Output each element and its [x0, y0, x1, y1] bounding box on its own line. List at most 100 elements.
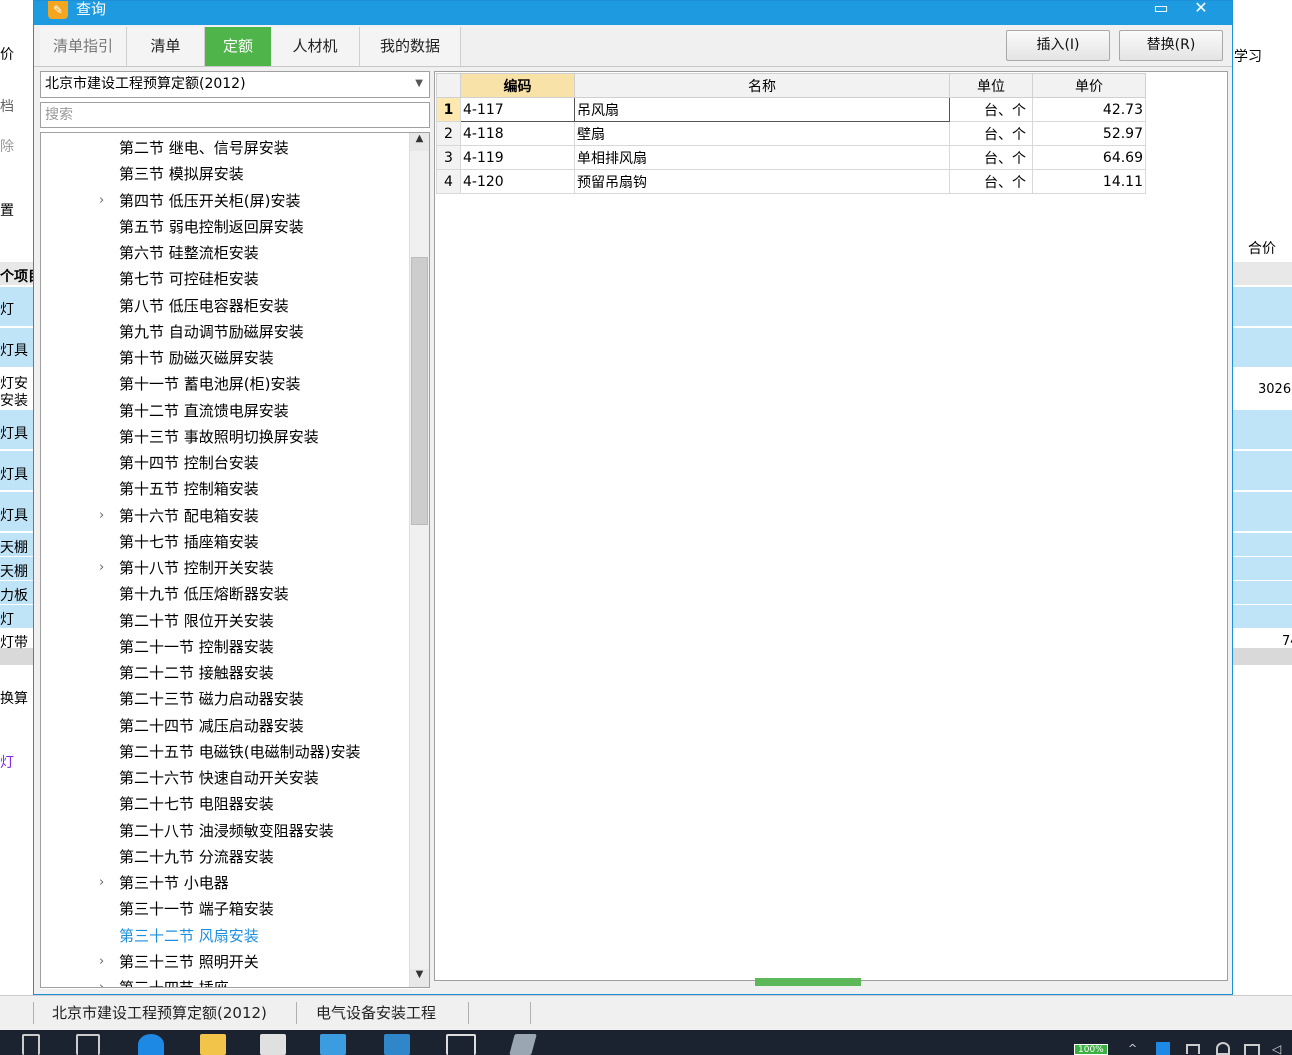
chevron-right-icon[interactable]: ›	[99, 870, 104, 896]
tree-node[interactable]: › 第十六节 配电箱安装	[41, 503, 411, 529]
search-input[interactable]	[40, 102, 430, 128]
splitter-handle[interactable]	[755, 978, 861, 986]
tree-node[interactable]: 第五节 弱电控制返回屏安装	[41, 214, 411, 240]
tab-quota[interactable]: 定额	[205, 27, 271, 66]
tree-node[interactable]: 第二十二节 接触器安装	[41, 660, 411, 686]
browser-icon[interactable]	[138, 1034, 164, 1055]
column-header-name[interactable]: 名称	[574, 73, 950, 98]
tree-node[interactable]: › 第三十三节 照明开关	[41, 949, 411, 975]
tree-node[interactable]: 第二十七节 电阻器安装	[41, 791, 411, 817]
tree-node[interactable]: 第二十八节 油浸频敏变阻器安装	[41, 818, 411, 844]
cell-price[interactable]: 52.97	[1032, 121, 1146, 146]
chevron-right-icon[interactable]: ›	[99, 555, 104, 581]
tab-materials[interactable]: 人材机	[271, 27, 360, 66]
tree-node[interactable]: 第十二节 直流馈电屏安装	[41, 398, 411, 424]
close-icon[interactable]: ✕	[1186, 0, 1216, 19]
cell-price[interactable]: 42.73	[1032, 97, 1146, 122]
network-app-icon[interactable]	[384, 1034, 410, 1055]
table-row[interactable]: 4 4-120 预留吊扇钩 台、个 14.11	[436, 169, 1146, 194]
tab-my-data[interactable]: 我的数据	[360, 27, 461, 66]
tab-bill-guide[interactable]: 清单指引	[40, 27, 127, 66]
scroll-down-icon[interactable]: ▼	[410, 969, 429, 987]
budget-app-icon[interactable]	[320, 1034, 346, 1055]
tree-node[interactable]: › 第三十节 小电器	[41, 870, 411, 896]
chevron-right-icon[interactable]: ›	[99, 975, 104, 987]
cell-price[interactable]: 14.11	[1032, 169, 1146, 194]
table-row[interactable]: 3 4-119 单相排风扇 台、个 64.69	[436, 145, 1146, 170]
tree-node[interactable]: 第三节 模拟屏安装	[41, 161, 411, 187]
tree-node[interactable]: 第十五节 控制箱安装	[41, 476, 411, 502]
column-header-unit[interactable]: 单位	[949, 73, 1033, 98]
tree-node[interactable]: 第十节 励磁灭磁屏安装	[41, 345, 411, 371]
tree-node[interactable]: › 第十八节 控制开关安装	[41, 555, 411, 581]
tree-node[interactable]: 第二十四节 减压启动器安装	[41, 713, 411, 739]
cell-unit[interactable]: 台、个	[949, 145, 1033, 170]
tree-node[interactable]: 第二十九节 分流器安装	[41, 844, 411, 870]
task-view-icon[interactable]	[76, 1034, 100, 1055]
tree-node[interactable]: › 第三十四节 插座	[41, 975, 411, 987]
maximize-icon[interactable]: ▭	[1146, 0, 1176, 19]
table-row[interactable]: 1 4-117 吊风扇 台、个 42.73	[436, 97, 1146, 122]
tree-node[interactable]: 第二十六节 快速自动开关安装	[41, 765, 411, 791]
chevron-right-icon[interactable]: ›	[99, 949, 104, 975]
tree-node[interactable]: 第十九节 低压熔断器安装	[41, 581, 411, 607]
scroll-thumb[interactable]	[411, 257, 428, 525]
cell-price[interactable]: 64.69	[1032, 145, 1146, 170]
tree-node-label: 第十四节 控制台安装	[119, 454, 259, 472]
tree-node[interactable]: 第三十二节 风扇安装	[41, 923, 411, 949]
volume-icon[interactable]: ◁	[1272, 1042, 1281, 1055]
tree-node[interactable]: 第二十一节 控制器安装	[41, 634, 411, 660]
results-grid: 编码 名称 单位 单价 1 4-117 吊风扇 台、个 42.73 2 4-118 壁扇 台、个…	[436, 73, 1146, 194]
tree-node[interactable]: › 第四节 低压开关柜(屏)安装	[41, 188, 411, 214]
tray-app-icon[interactable]	[1156, 1042, 1170, 1055]
tool-icon[interactable]	[509, 1034, 537, 1055]
start-icon[interactable]	[22, 1034, 40, 1055]
tree-node[interactable]: 第八节 低压电容器柜安装	[41, 293, 411, 319]
tree-node[interactable]: 第九节 自动调节励磁屏安装	[41, 319, 411, 345]
insert-button[interactable]: 插入(I)	[1006, 30, 1110, 61]
store-icon[interactable]	[260, 1034, 286, 1055]
tree-node[interactable]: 第三十一节 端子箱安装	[41, 896, 411, 922]
cell-name[interactable]: 单相排风扇	[574, 145, 950, 170]
column-header-code[interactable]: 编码	[460, 73, 575, 98]
tab-bill[interactable]: 清单	[127, 27, 205, 66]
cell-code[interactable]: 4-119	[460, 145, 575, 170]
replace-button[interactable]: 替换(R)	[1119, 30, 1223, 61]
tree-node[interactable]: 第十一节 蓄电池屏(柜)安装	[41, 371, 411, 397]
chevron-right-icon[interactable]: ›	[99, 188, 104, 214]
scroll-up-icon[interactable]: ▲	[410, 133, 429, 151]
dialog-titlebar[interactable]: ✎ 查询 ▭ ✕	[34, 0, 1232, 25]
cell-code[interactable]: 4-120	[460, 169, 575, 194]
network-icon[interactable]	[1186, 1044, 1200, 1054]
column-header-price[interactable]: 单价	[1032, 73, 1146, 98]
cell-name[interactable]: 吊风扇	[574, 97, 950, 122]
cell-unit[interactable]: 台、个	[949, 121, 1033, 146]
cell-name[interactable]: 预留吊扇钩	[574, 169, 950, 194]
tree-scrollbar[interactable]: ▲ ▼	[409, 133, 429, 987]
chevron-up-icon[interactable]: ^	[1128, 1042, 1137, 1055]
tree-node[interactable]: 第二节 继电、信号屏安装	[41, 135, 411, 161]
tree-node[interactable]: 第十三节 事故照明切换屏安装	[41, 424, 411, 450]
bg-text: 置	[0, 203, 14, 219]
cell-name[interactable]: 壁扇	[574, 121, 950, 146]
cloud-icon[interactable]	[1216, 1042, 1230, 1055]
tree-node[interactable]: 第七节 可控硅柜安装	[41, 266, 411, 292]
cell-code[interactable]: 4-117	[460, 97, 575, 122]
library-select[interactable]: 北京市建设工程预算定额(2012) ▼	[40, 71, 430, 98]
tree-node[interactable]: 第二十三节 磁力启动器安装	[41, 686, 411, 712]
cell-code[interactable]: 4-118	[460, 121, 575, 146]
chevron-right-icon[interactable]: ›	[99, 503, 104, 529]
bg-text: 合价	[1248, 241, 1276, 257]
battery-indicator[interactable]: 100%	[1074, 1044, 1108, 1055]
photos-icon[interactable]	[446, 1034, 476, 1055]
display-icon[interactable]	[1244, 1044, 1260, 1055]
tree-node[interactable]: 第十四节 控制台安装	[41, 450, 411, 476]
table-row[interactable]: 2 4-118 壁扇 台、个 52.97	[436, 121, 1146, 146]
tree-node[interactable]: 第二十节 限位开关安装	[41, 608, 411, 634]
tree-node[interactable]: 第二十五节 电磁铁(电磁制动器)安装	[41, 739, 411, 765]
cell-unit[interactable]: 台、个	[949, 97, 1033, 122]
folder-icon[interactable]	[200, 1034, 226, 1055]
tree-node[interactable]: 第十七节 插座箱安装	[41, 529, 411, 555]
cell-unit[interactable]: 台、个	[949, 169, 1033, 194]
tree-node[interactable]: 第六节 硅整流柜安装	[41, 240, 411, 266]
